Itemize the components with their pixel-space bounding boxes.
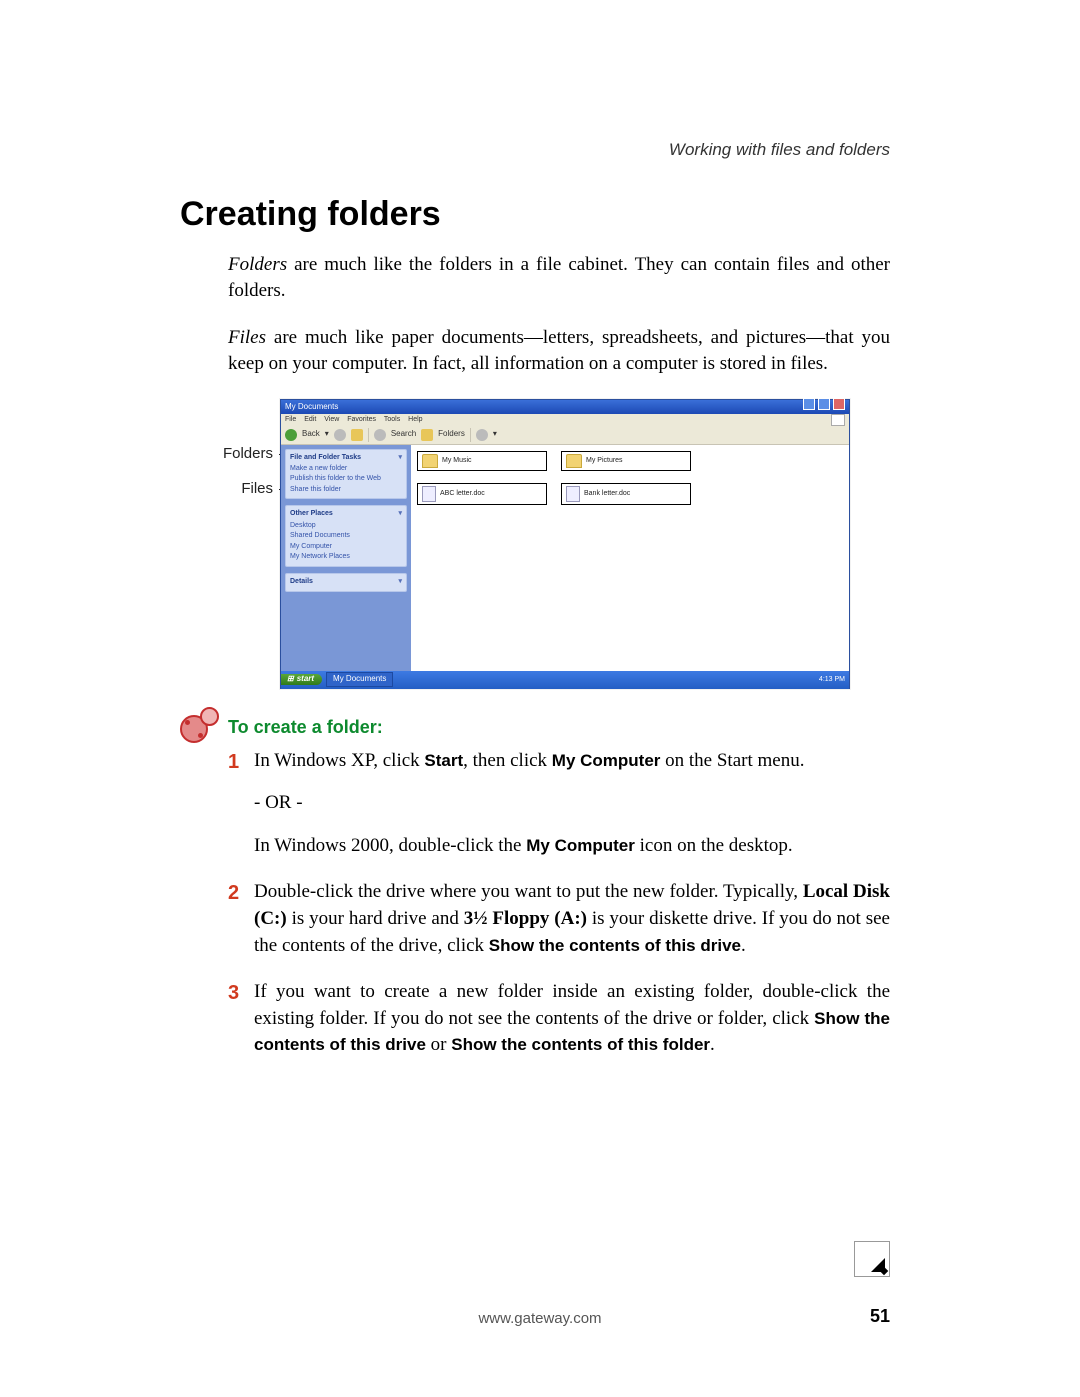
ui-label: Start: [424, 751, 463, 770]
procedure-steps: 1 In Windows XP, click Start, then click…: [228, 748, 890, 1059]
panel-other-places: Other Places Desktop Shared Documents My…: [285, 505, 407, 566]
ui-label: Show the contents of this drive: [489, 936, 741, 955]
callout-files: Files: [175, 479, 273, 499]
file-item: ABC letter.doc: [417, 483, 547, 505]
gears-icon: [180, 707, 218, 741]
menu-tools: Tools: [384, 416, 400, 423]
step-1: 1 In Windows XP, click Start, then click…: [228, 748, 890, 860]
window-title: My Documents: [285, 400, 338, 414]
task-item: Share this folder: [290, 485, 402, 494]
step-3: 3 If you want to create a new folder ins…: [228, 979, 890, 1059]
document-page: Working with files and folders Creating …: [0, 0, 1080, 1397]
place-item: Shared Documents: [290, 531, 402, 540]
toolbar-back: Back: [302, 429, 320, 440]
xp-titlebar: My Documents: [281, 400, 849, 414]
menu-favorites: Favorites: [347, 416, 376, 423]
menu-file: File: [285, 416, 296, 423]
back-icon: [285, 429, 297, 441]
xp-menubar: File Edit View Favorites Tools Help: [281, 414, 849, 426]
search-icon: [374, 429, 386, 441]
panel-header: Other Places: [290, 509, 402, 518]
intro-folders: Folders are much like the folders in a f…: [228, 252, 890, 303]
xp-task-pane: File and Folder Tasks Make a new folder …: [281, 445, 411, 671]
panel-file-tasks: File and Folder Tasks Make a new folder …: [285, 449, 407, 500]
procedure-block: To create a folder: 1 In Windows XP, cli…: [180, 717, 890, 1059]
place-item: Desktop: [290, 521, 402, 530]
folder-item: My Pictures: [561, 451, 691, 471]
views-icon: [476, 429, 488, 441]
xp-content-area: My Music My Pictures ABC letter.doc: [411, 445, 849, 671]
start-button: ⊞ start: [281, 674, 322, 685]
windows-flag-icon: [831, 414, 845, 426]
panel-header: Details: [290, 577, 402, 586]
step-number: 2: [228, 879, 239, 907]
page-number: 51: [870, 1306, 890, 1327]
folder-item: My Music: [417, 451, 547, 471]
procedure-title: To create a folder:: [228, 717, 890, 738]
step-number: 3: [228, 979, 239, 1007]
folders-icon: [421, 429, 433, 441]
menu-view: View: [324, 416, 339, 423]
system-tray-clock: 4:13 PM: [819, 675, 845, 684]
or-separator: - OR -: [254, 790, 890, 817]
taskbar-button: My Documents: [326, 672, 393, 687]
place-item: My Computer: [290, 542, 402, 551]
xp-toolbar: Back ▾ Search Folders ▾: [281, 426, 849, 445]
intro-files: Files are much like paper documents—lett…: [228, 325, 890, 376]
running-header: Working with files and folders: [669, 140, 890, 160]
term-folders: Folders: [228, 254, 287, 275]
toolbar-folders: Folders: [438, 429, 465, 440]
term-files: Files: [228, 327, 266, 348]
panel-header: File and Folder Tasks: [290, 453, 402, 462]
menu-edit: Edit: [304, 416, 316, 423]
file-item: Bank letter.doc: [561, 483, 691, 505]
document-icon: [422, 486, 436, 502]
minimize-icon: [803, 398, 815, 410]
xp-taskbar: ⊞ start My Documents 4:13 PM: [281, 671, 849, 689]
toolbar-search: Search: [391, 429, 416, 440]
callout-folders: Folders: [175, 444, 273, 464]
place-item: My Network Places: [290, 552, 402, 561]
up-icon: [351, 429, 363, 441]
step-number: 1: [228, 748, 239, 776]
forward-icon: [334, 429, 346, 441]
document-icon: [566, 486, 580, 502]
ui-label: My Computer: [552, 751, 661, 770]
window-controls: [802, 398, 845, 415]
ui-label: My Computer: [526, 836, 635, 855]
page-corner-icon: [854, 1241, 890, 1277]
panel-details: Details: [285, 573, 407, 592]
section-heading: Creating folders: [180, 195, 890, 234]
screenshot-figure: Folders Files My Documents File Edit Vie…: [280, 399, 850, 689]
ui-label: 3½ Floppy (A:): [464, 908, 587, 929]
menu-help: Help: [408, 416, 422, 423]
footer-url: www.gateway.com: [0, 1310, 1080, 1327]
windows-flag-icon: ⊞: [287, 674, 294, 685]
intro-block: Folders are much like the folders in a f…: [228, 252, 890, 689]
task-item: Publish this folder to the Web: [290, 474, 402, 483]
xp-explorer-window: My Documents File Edit View Favorites To…: [280, 399, 850, 689]
close-icon: [833, 398, 845, 410]
maximize-icon: [818, 398, 830, 410]
ui-label: Show the contents of this folder: [451, 1035, 710, 1054]
folder-icon: [422, 454, 438, 468]
step-2: 2 Double-click the drive where you want …: [228, 879, 890, 959]
folder-icon: [566, 454, 582, 468]
task-item: Make a new folder: [290, 464, 402, 473]
